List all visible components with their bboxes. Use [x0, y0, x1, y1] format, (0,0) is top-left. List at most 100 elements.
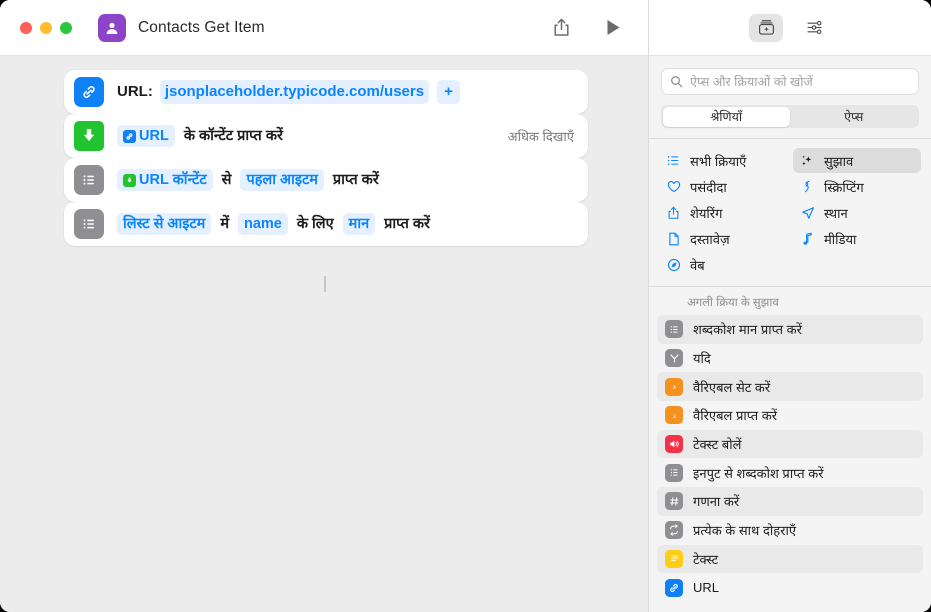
url-value-field[interactable]: jsonplaceholder.typicode.com/users: [159, 80, 430, 104]
variable-token-list-item[interactable]: लिस्ट से आइटम: [117, 212, 212, 236]
category-label: सुझाव: [824, 153, 854, 169]
category-label: शेयरिंग: [690, 205, 723, 221]
category-favorites[interactable]: पसंदीदा: [659, 174, 787, 199]
action-card-dictionary-body: लिस्ट से आइटम में name के लिए मान प्राप्…: [117, 212, 433, 236]
run-button[interactable]: [596, 13, 630, 43]
category-label: स्क्रिप्टिंग: [824, 179, 864, 195]
search-box[interactable]: [661, 68, 919, 95]
action-card-get-item-from-list[interactable]: URL कॉन्टेंट से पहला आइटम प्राप्त करें: [64, 158, 588, 202]
action-card-get-dictionary-value[interactable]: लिस्ट से आइटम में name के लिए मान प्राप्…: [64, 202, 588, 246]
zoom-button[interactable]: [60, 21, 72, 34]
category-label: स्थान: [824, 205, 848, 221]
list-item-label: प्रत्येक के साथ दोहराएँ: [693, 523, 797, 539]
dict-mid-text-2: के लिए: [296, 215, 334, 232]
list-item[interactable]: शब्दकोश मान प्राप्त करें: [657, 315, 923, 344]
list-item-label: यदि: [693, 351, 711, 367]
list-item[interactable]: URL: [657, 573, 923, 602]
list-item[interactable]: यदि: [657, 344, 923, 373]
category-web[interactable]: वेब: [659, 252, 787, 277]
minimize-button[interactable]: [40, 21, 52, 34]
variable-token-url-contents-label: URL कॉन्टेंट: [139, 171, 207, 188]
list-item[interactable]: टेक्स्ट: [657, 544, 923, 574]
location-arrow-icon: [800, 206, 815, 220]
panel-toolbar: [649, 0, 931, 56]
action-card-url-body: URL: jsonplaceholder.typicode.com/users …: [117, 80, 460, 104]
play-icon: [607, 20, 619, 35]
text-icon: [665, 549, 683, 568]
category-label: सभी क्रियाएँ: [690, 153, 747, 169]
get-item-mid-text: से: [221, 171, 232, 188]
category-grid: सभी क्रियाएँ सुझाव पसंदीदा स्क्रिप्टिंग …: [649, 139, 931, 286]
category-label: वेब: [690, 257, 705, 273]
download-arrow-icon: [123, 173, 136, 187]
item-selector-token[interactable]: पहला आइटम: [240, 168, 324, 192]
document-icon: [666, 232, 681, 246]
shortcuts-window: Contacts Get Item URL: jsonplaceholder.t…: [0, 0, 931, 612]
list-item[interactable]: x वैरिएबल सेट करें: [657, 372, 923, 402]
dict-suffix-text: प्राप्त करें: [384, 215, 430, 232]
suggestions-list[interactable]: शब्दकोश मान प्राप्त करें यदि x वैरिएबल स…: [649, 315, 931, 612]
dictionary-value-type-token[interactable]: मान: [342, 212, 376, 236]
list-icon: [74, 209, 104, 239]
shortcut-details-button[interactable]: [797, 14, 831, 42]
variable-icon: x: [665, 377, 683, 396]
action-library-icon: [758, 20, 774, 35]
page-title: Contacts Get Item: [138, 18, 265, 36]
category-location[interactable]: स्थान: [793, 200, 921, 225]
close-button[interactable]: [20, 21, 32, 34]
link-icon: [665, 578, 683, 597]
branch-icon: [665, 349, 683, 368]
tab-categories[interactable]: श्रेणियाँ: [662, 106, 790, 127]
show-more-button[interactable]: अधिक दिखाएँ: [498, 127, 574, 145]
list-icon: [74, 165, 104, 195]
action-library-button[interactable]: [749, 13, 783, 42]
link-icon: [74, 77, 104, 107]
list-item[interactable]: x वैरिएबल प्राप्त करें: [657, 401, 923, 430]
list-item-label: इनपुट से शब्दकोश प्राप्त करें: [693, 465, 824, 481]
hash-icon: [665, 492, 683, 511]
workflow-canvas: URL: jsonplaceholder.typicode.com/users …: [0, 56, 648, 612]
traffic-lights: [20, 21, 72, 34]
category-label: पसंदीदा: [690, 179, 727, 195]
category-sharing[interactable]: शेयरिंग: [659, 200, 787, 225]
dictionary-key-field[interactable]: name: [237, 212, 288, 236]
url-label: URL:: [117, 83, 153, 101]
list-item[interactable]: गणना करें: [657, 487, 923, 516]
connector-line: [324, 276, 326, 292]
list-icon: [665, 463, 683, 482]
link-icon: [123, 129, 136, 143]
list-item[interactable]: टेक्स्ट बोलें: [657, 429, 923, 459]
tab-apps[interactable]: ऐप्स: [790, 107, 918, 127]
search-icon: [671, 76, 683, 88]
search-container: [649, 56, 931, 103]
list-item-label: टेक्स्ट बोलें: [693, 437, 742, 453]
variable-token-url[interactable]: URL: [117, 124, 175, 148]
category-media[interactable]: मीडिया: [793, 226, 921, 251]
list-item-label: शब्दकोश मान प्राप्त करें: [693, 322, 802, 338]
list-item-label: टेक्स्ट: [693, 551, 719, 567]
heart-icon: [666, 180, 681, 194]
share-icon: [666, 206, 681, 220]
category-scripting[interactable]: स्क्रिप्टिंग: [793, 174, 921, 199]
window-titlebar: Contacts Get Item: [0, 0, 648, 56]
category-all-actions[interactable]: सभी क्रियाएँ: [659, 148, 787, 173]
action-card-url[interactable]: URL: jsonplaceholder.typicode.com/users …: [64, 70, 588, 114]
scripting-icon: [800, 180, 815, 193]
list-item[interactable]: इनपुट से शब्दकोश प्राप्त करें: [657, 458, 923, 487]
category-suggestions[interactable]: सुझाव: [793, 148, 921, 173]
list-item[interactable]: प्रत्येक के साथ दोहराएँ: [657, 516, 923, 545]
share-button[interactable]: [544, 13, 578, 43]
sliders-icon: [807, 20, 821, 35]
list-item-label: URL: [693, 580, 720, 596]
safari-compass-icon: [666, 258, 681, 272]
suggestions-header: अगली क्रिया के सुझाव: [649, 287, 931, 315]
action-library-panel: श्रेणियाँ ऐप्स सभी क्रियाएँ: [648, 0, 931, 612]
library-segmented-control[interactable]: श्रेणियाँ ऐप्स: [661, 105, 919, 128]
action-card-get-contents-of-url[interactable]: URL के कॉन्टेंट प्राप्त करें अधिक दिखाएँ: [64, 114, 588, 158]
variable-token-url-contents[interactable]: URL कॉन्टेंट: [117, 168, 213, 192]
search-input[interactable]: [690, 74, 910, 89]
action-card-get-item-body: URL कॉन्टेंट से पहला आइटम प्राप्त करें: [117, 168, 382, 192]
sparkles-icon: [800, 154, 815, 167]
add-url-button[interactable]: +: [437, 80, 460, 104]
category-documents[interactable]: दस्तावेज़: [659, 226, 787, 251]
